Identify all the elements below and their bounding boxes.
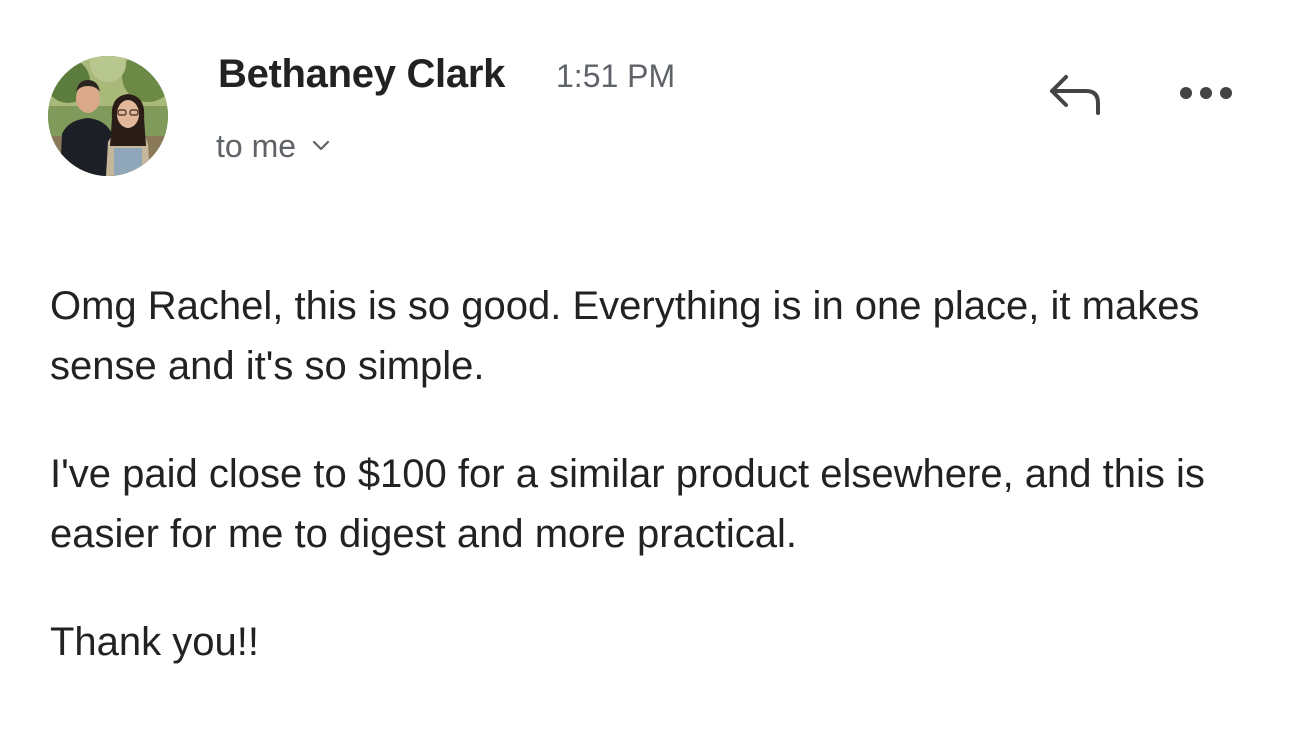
message-header: Bethaney Clark 1:51 PM to me: [0, 0, 1290, 200]
body-paragraph: I've paid close to $100 for a similar pr…: [50, 452, 1205, 556]
more-options-icon: [1180, 87, 1232, 99]
body-paragraph: Thank you!!: [50, 620, 260, 664]
more-options-button[interactable]: [1170, 70, 1242, 116]
body-paragraph: Omg Rachel, this is so good. Everything …: [50, 284, 1200, 388]
sender-avatar[interactable]: [48, 56, 168, 176]
chevron-down-icon: [312, 139, 330, 157]
recipient-details-toggle[interactable]: to me: [216, 124, 330, 168]
reply-button[interactable]: [1040, 64, 1110, 122]
sender-name[interactable]: Bethaney Clark: [218, 52, 505, 97]
profile-photo: [48, 56, 168, 176]
recipient-label: to me: [216, 127, 297, 164]
message-body: Omg Rachel, this is so good. Everything …: [50, 276, 1250, 672]
sent-time: 1:51 PM: [556, 58, 676, 94]
reply-icon: [1050, 75, 1100, 115]
